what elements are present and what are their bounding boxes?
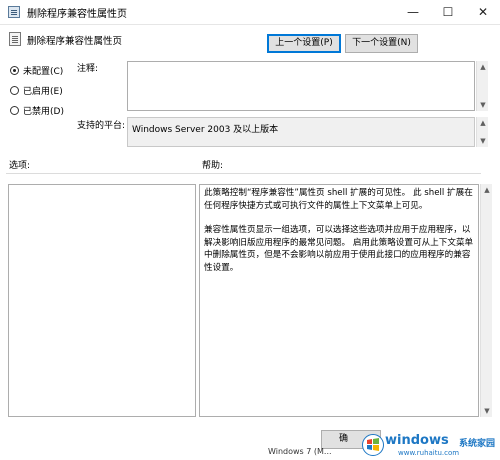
background-window-text: Windows 7 (M... xyxy=(268,447,332,456)
scroll-up-icon[interactable]: ▲ xyxy=(481,184,493,196)
radio-enabled[interactable]: 已启用(E) xyxy=(10,84,90,98)
scroll-up-icon[interactable]: ▲ xyxy=(477,61,489,73)
help-scrollbar[interactable]: ▲ ▼ xyxy=(480,184,492,417)
comment-label: 注释: xyxy=(77,64,99,74)
maximize-icon[interactable]: ☐ xyxy=(431,0,465,24)
setting-document-icon xyxy=(9,32,21,46)
radio-unselected-icon xyxy=(10,86,19,95)
scroll-down-icon[interactable]: ▼ xyxy=(477,135,489,147)
scroll-up-icon[interactable]: ▲ xyxy=(477,117,489,129)
window-title: 删除程序兼容性属性页 xyxy=(27,9,127,20)
comment-scrollbar[interactable]: ▲ ▼ xyxy=(476,61,488,111)
scroll-down-icon[interactable]: ▼ xyxy=(481,405,493,417)
help-paragraph: 兼容性属性页显示一组选项，可以选择这些选项并应用于应用程序，以解决影响旧版应用程… xyxy=(204,225,474,273)
minimize-icon[interactable]: — xyxy=(396,0,430,24)
title-divider xyxy=(0,24,500,25)
comment-textarea[interactable] xyxy=(127,61,475,111)
previous-setting-button[interactable]: 上一个设置(P) xyxy=(267,34,341,53)
radio-disabled[interactable]: 已禁用(D) xyxy=(10,104,90,118)
close-icon[interactable]: ✕ xyxy=(466,0,500,24)
help-paragraph: 此策略控制“程序兼容性”属性页 shell 扩展的可见性。 此 shell 扩展… xyxy=(204,188,473,211)
platform-readonly-field: Windows Server 2003 及以上版本 xyxy=(127,117,475,147)
setting-title: 删除程序兼容性属性页 xyxy=(27,36,123,47)
section-divider xyxy=(6,173,481,174)
platform-scrollbar[interactable]: ▲ ▼ xyxy=(476,117,488,147)
radio-selected-icon xyxy=(10,66,19,75)
watermark-url: www.ruhaitu.com xyxy=(398,449,460,457)
help-label: 帮助: xyxy=(202,161,224,171)
radio-label: 未配置(C) xyxy=(23,67,64,77)
radio-unselected-icon xyxy=(10,106,19,115)
watermark: windows 系统家园 www.ruhaitu.com xyxy=(362,432,500,460)
radio-label: 已启用(E) xyxy=(23,87,63,97)
next-setting-button[interactable]: 下一个设置(N) xyxy=(345,34,418,53)
policy-window-icon xyxy=(8,6,20,18)
radio-label: 已禁用(D) xyxy=(23,107,64,117)
help-panel[interactable]: 此策略控制“程序兼容性”属性页 shell 扩展的可见性。 此 shell 扩展… xyxy=(199,184,479,417)
platform-label: 支持的平台: xyxy=(77,121,126,131)
scroll-down-icon[interactable]: ▼ xyxy=(477,99,489,111)
windows-logo-icon xyxy=(362,434,384,456)
options-label: 选项: xyxy=(9,161,31,171)
watermark-brand: windows xyxy=(385,433,449,448)
watermark-brand-cn: 系统家园 xyxy=(459,439,496,449)
options-panel xyxy=(8,184,196,417)
